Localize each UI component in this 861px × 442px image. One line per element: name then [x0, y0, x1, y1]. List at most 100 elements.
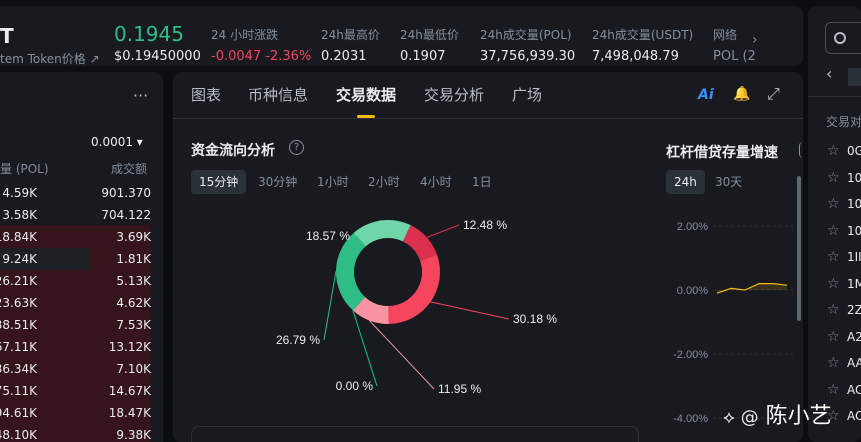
scrollbar[interactable] — [797, 176, 801, 321]
price-usd: $0.19450000 — [114, 49, 201, 64]
pie-label-line — [369, 320, 435, 390]
tab-square[interactable]: 广场 — [512, 84, 542, 105]
search-icon[interactable] — [834, 32, 846, 44]
row-total: 1.81K — [116, 252, 151, 266]
favorite-star-icon[interactable]: ☆ — [827, 249, 840, 265]
order-row[interactable]: 75.11K 14.67K — [0, 380, 155, 402]
token-price-link[interactable]: tem Token价格 ↗ — [0, 50, 100, 67]
order-row[interactable]: 26.21K 5.13K — [0, 270, 155, 292]
order-row[interactable]: 4.59K 901.370 — [0, 182, 155, 204]
tab-chart[interactable]: 图表 — [191, 84, 221, 105]
order-row[interactable]: 9.24K 1.81K — [0, 248, 155, 270]
period-1h[interactable]: 1小时 — [309, 170, 357, 194]
order-row[interactable]: 23.63K 4.62K — [0, 292, 155, 314]
period-30m[interactable]: 30分钟 — [250, 170, 305, 194]
vol-usdt-label: 24h成交量(USDT) — [592, 28, 694, 42]
order-row[interactable]: 3.58K 704.122 — [0, 204, 155, 226]
watchlist-item[interactable]: AC — [847, 409, 861, 423]
pie-label-line — [430, 301, 510, 320]
row-total: 5.13K — [116, 274, 151, 288]
ai-icon[interactable]: Ai — [698, 87, 714, 103]
more-icon[interactable]: ··· — [133, 86, 148, 105]
order-row[interactable]: 18.84K 3.69K — [0, 226, 155, 248]
watchlist-item[interactable]: 0G — [847, 144, 861, 158]
tab-trading-data[interactable]: 交易数据 — [336, 84, 396, 105]
favorite-star-icon[interactable]: ☆ — [827, 170, 840, 186]
divider — [808, 96, 861, 97]
y-tick-label: 0.00% — [677, 285, 708, 297]
row-qty: 26.21K — [0, 274, 37, 288]
vol-pol-value: 37,756,939.30 — [480, 49, 576, 64]
fund-flow-donut-chart: 12.48 % 30.18 % 11.95 % 0.00 % 26.79 % 18.57 … — [276, 218, 557, 396]
watermark: ⟡ @ 陈小艺 — [723, 398, 832, 430]
watchlist-item[interactable]: 10 — [847, 224, 861, 238]
row-total: 7.53K — [116, 318, 151, 332]
precision-select[interactable]: 0.0001 ▾ — [91, 135, 143, 149]
pie-slice[interactable] — [353, 220, 411, 247]
row-qty: 18.84K — [0, 230, 37, 244]
watchlist-item[interactable]: AC — [847, 383, 861, 397]
margin-period-24h[interactable]: 24h — [666, 170, 705, 194]
pie-label: 12.48 % — [463, 218, 507, 232]
order-row[interactable]: 38.51K 7.53K — [0, 314, 155, 336]
network-value: POL (2 — [713, 49, 756, 64]
pie-slice[interactable] — [388, 254, 440, 324]
order-row[interactable]: 48.10K 9.38K — [0, 424, 155, 442]
low-value: 0.1907 — [400, 49, 446, 64]
watchlist-item[interactable]: A2 — [847, 330, 861, 344]
row-total: 4.62K — [116, 296, 151, 310]
order-row[interactable]: 94.61K 18.47K — [0, 402, 155, 424]
vol-pol-label: 24h成交量(POL) — [480, 28, 572, 42]
bell-icon[interactable]: 🔔 — [733, 86, 750, 102]
high-value: 0.2031 — [321, 49, 367, 64]
watchlist-item[interactable]: 1II — [847, 250, 861, 264]
favorite-star-icon[interactable]: ☆ — [827, 355, 840, 371]
favorite-star-icon[interactable]: ☆ — [827, 329, 840, 345]
row-total: 14.67K — [108, 384, 151, 398]
back-icon[interactable]: ‹ — [826, 64, 832, 83]
row-qty: 9.24K — [2, 252, 37, 266]
order-row[interactable]: 67.11K 13.12K — [0, 336, 155, 358]
favorite-star-icon[interactable]: ☆ — [827, 143, 840, 159]
watchlist-item[interactable]: 2Z — [847, 303, 861, 317]
flow-title: 资金流向分析 — [191, 143, 275, 159]
info-icon[interactable]: ? — [289, 140, 304, 155]
favorite-star-icon[interactable]: ☆ — [827, 196, 840, 212]
watchlist-item[interactable]: 10 — [847, 197, 861, 211]
margin-title: 杠杆借贷存量增速 — [666, 145, 778, 161]
period-1d[interactable]: 1日 — [464, 170, 500, 194]
change-value: -0.0047 -2.36% — [211, 49, 312, 64]
period-2h[interactable]: 2小时 — [360, 170, 408, 194]
row-qty: 38.51K — [0, 318, 37, 332]
tab-divider — [173, 118, 803, 119]
expand-icon[interactable]: ⤢ — [767, 84, 780, 104]
low-label: 24h最低价 — [400, 28, 459, 42]
row-total: 901.370 — [101, 186, 151, 200]
order-row[interactable]: 36.34K 7.10K — [0, 358, 155, 380]
favorite-star-icon[interactable]: ☆ — [827, 223, 840, 239]
row-qty: 3.58K — [2, 208, 37, 222]
network-label: 网络 — [713, 28, 738, 42]
pie-slice[interactable] — [336, 232, 366, 311]
favorite-star-icon[interactable]: ☆ — [827, 276, 840, 292]
tab-box[interactable] — [848, 68, 861, 86]
series-area — [717, 283, 787, 294]
row-qty: 94.61K — [0, 406, 37, 420]
period-15m[interactable]: 15分钟 — [191, 170, 247, 194]
row-total: 13.12K — [108, 340, 151, 354]
favorite-star-icon[interactable]: ☆ — [827, 302, 840, 318]
chevron-right-icon[interactable]: › — [752, 32, 758, 48]
watchlist-item[interactable]: AA — [847, 356, 861, 370]
watchlist-item[interactable]: 10 — [847, 171, 861, 185]
tab-coin-info[interactable]: 币种信息 — [248, 84, 308, 105]
period-4h[interactable]: 4小时 — [412, 170, 460, 194]
favorite-star-icon[interactable]: ☆ — [827, 382, 840, 398]
pie-label: 11.95 % — [438, 382, 481, 396]
symbol: T — [0, 24, 14, 48]
row-qty: 48.10K — [0, 428, 37, 442]
high-label: 24h最高价 — [321, 28, 380, 42]
row-qty: 4.59K — [2, 186, 37, 200]
margin-period-30d[interactable]: 30天 — [707, 170, 750, 194]
tab-trading-analysis[interactable]: 交易分析 — [424, 84, 484, 105]
watchlist-item[interactable]: 1M — [847, 277, 861, 291]
